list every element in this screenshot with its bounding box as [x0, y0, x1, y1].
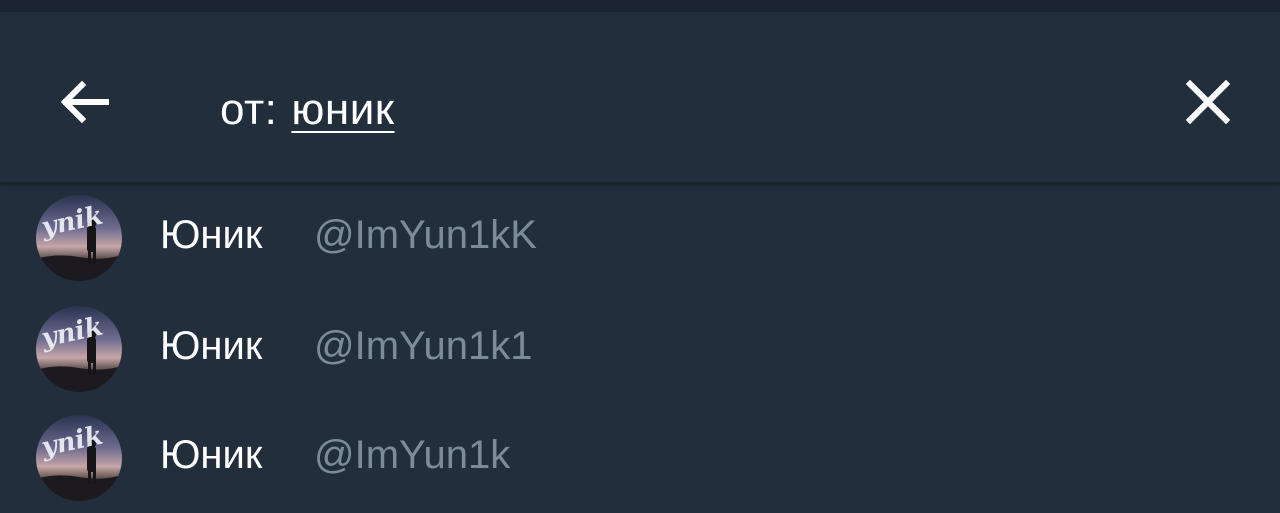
result-username: @ImYun1kK [314, 213, 537, 257]
search-query-term: юник [291, 85, 395, 134]
result-name: Юник [160, 213, 263, 257]
search-filter-prefix: от: [220, 85, 278, 134]
result-username: @ImYun1k1 [314, 324, 533, 368]
result-name: Юник [160, 324, 263, 368]
result-username: @ImYun1k [314, 433, 511, 477]
back-button[interactable] [48, 72, 120, 132]
search-results-list: ynik Юник @ImYun1kK ynik Юник @ImYun1k1 [0, 183, 1280, 512]
arrow-left-icon [60, 80, 109, 124]
avatar-image: ynik [36, 312, 122, 392]
result-row[interactable]: ynik Юник @ImYun1kK [0, 183, 1280, 294]
search-header: от: юник [0, 12, 1280, 183]
result-row[interactable]: ynik Юник @ImYun1k1 [0, 294, 1280, 403]
status-bar-strip [0, 0, 1280, 12]
avatar-image: ynik [36, 201, 122, 281]
clear-search-button[interactable] [1172, 72, 1244, 132]
avatar: ynik [36, 306, 122, 392]
search-input[interactable]: от: юник [220, 82, 395, 138]
avatar: ynik [36, 195, 122, 281]
result-name: Юник [160, 433, 263, 477]
close-icon [1185, 79, 1231, 125]
avatar-image: ynik [36, 421, 122, 501]
result-row[interactable]: ynik Юник @ImYun1k [0, 403, 1280, 512]
avatar: ynik [36, 415, 122, 501]
